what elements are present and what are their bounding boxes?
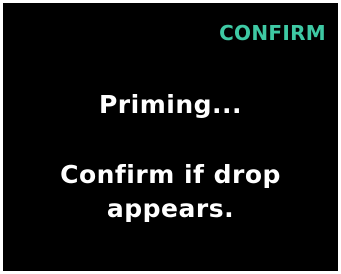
instruction-line-2: appears. <box>106 194 235 223</box>
status-message: Priming... <box>98 90 243 119</box>
device-frame: CONFIRM Priming... Confirm if drop appea… <box>0 0 341 274</box>
instruction-line-1: Confirm if drop <box>60 160 281 189</box>
confirm-button[interactable]: CONFIRM <box>219 21 326 45</box>
instruction-message: Confirm if drop appears. <box>3 158 338 226</box>
display-screen: CONFIRM Priming... Confirm if drop appea… <box>3 3 338 271</box>
